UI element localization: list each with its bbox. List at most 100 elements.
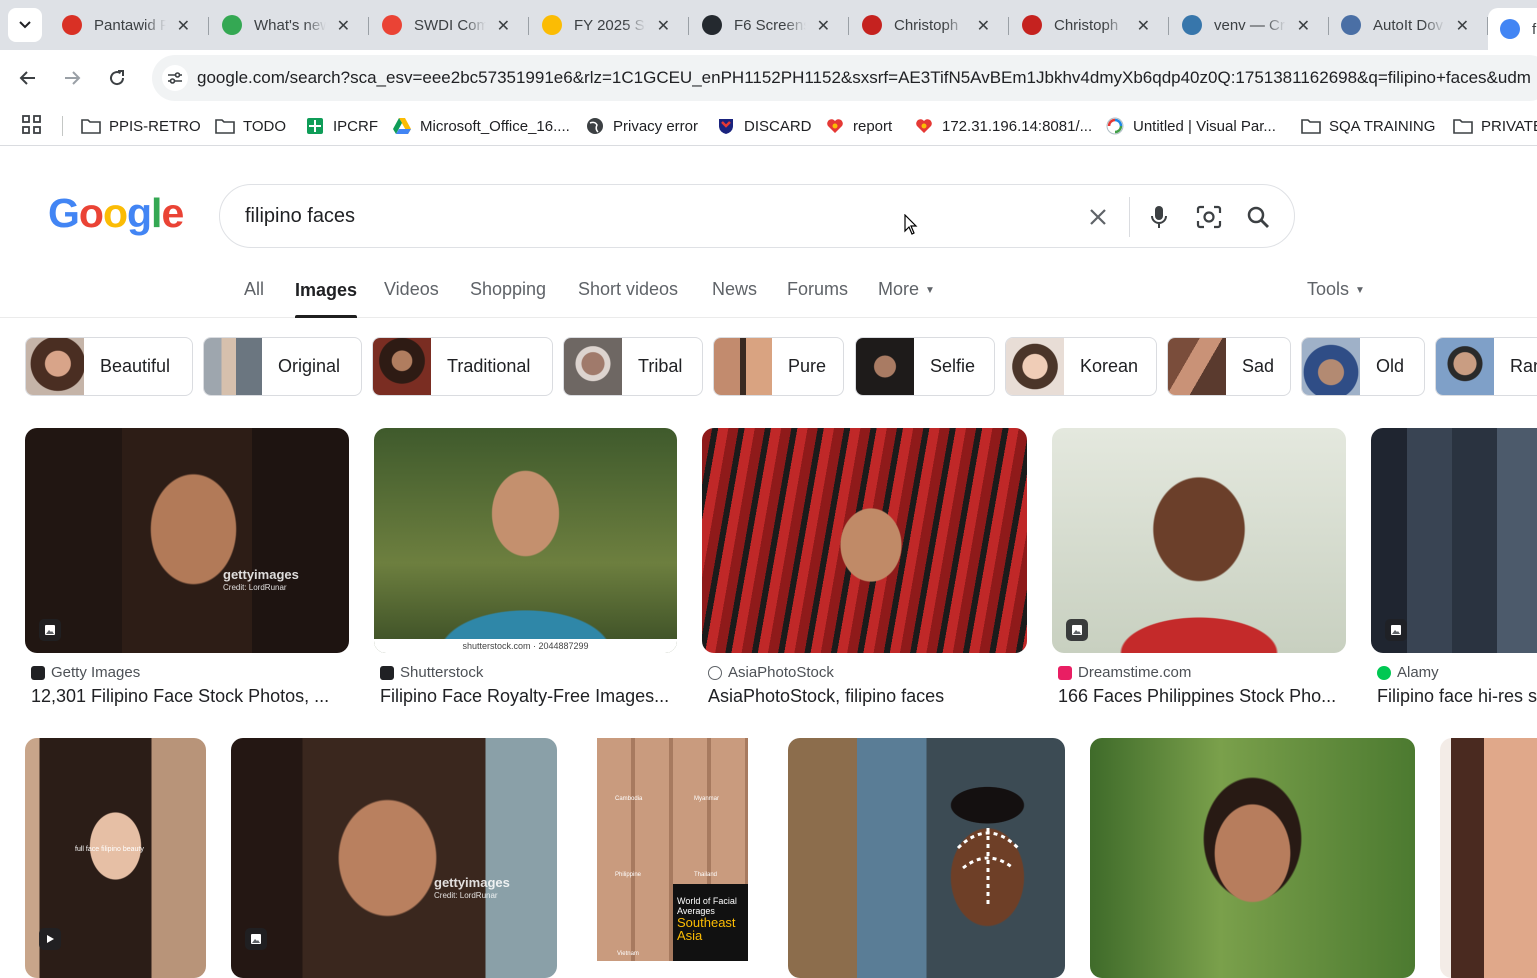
tab-search-button[interactable] — [8, 8, 42, 42]
chip-label: Traditional — [447, 356, 531, 376]
address-bar[interactable]: google.com/search?sca_esv=eee2bc57351991… — [152, 55, 1537, 101]
result-source: Dreamstime.com — [1058, 664, 1191, 681]
tab-more[interactable]: More ▼ — [878, 279, 935, 300]
bookmark-local-server[interactable]: 172.31.196.14:8081/... — [914, 115, 1092, 137]
tab-news[interactable]: News — [712, 279, 757, 300]
site-info-icon[interactable] — [162, 65, 188, 91]
bookmark-private[interactable]: PRIVATE — [1453, 115, 1537, 137]
browser-tab[interactable]: FY 2025 SC ✕ — [530, 8, 680, 42]
browser-tab[interactable]: SWDI Com ✕ — [370, 8, 520, 42]
bookmark-todo[interactable]: TODO — [215, 115, 286, 137]
chevron-down-icon — [19, 21, 31, 29]
image-result[interactable]: AsiaPhotoStock AsiaPhotoStock, filipino … — [702, 428, 1027, 718]
arrow-right-icon — [65, 71, 81, 85]
browser-tab[interactable]: What's new ✕ — [210, 8, 360, 42]
image-result[interactable]: gettyimages Credit: LordRunar — [231, 738, 557, 978]
heart-icon — [914, 117, 934, 135]
browser-tab[interactable]: F6 Screens ✕ — [690, 8, 840, 42]
search-input[interactable] — [245, 201, 1045, 231]
result-title[interactable]: 166 Faces Philippines Stock Pho... — [1058, 686, 1346, 707]
back-button[interactable] — [12, 62, 44, 94]
chip-old[interactable]: Old — [1301, 337, 1425, 396]
tab-forums[interactable]: Forums — [787, 279, 848, 300]
browser-tab[interactable]: Pantawid P ✕ — [50, 8, 200, 42]
close-tab-icon[interactable]: ✕ — [1297, 16, 1310, 36]
voice-search-button[interactable] — [1143, 201, 1175, 233]
close-tab-icon[interactable]: ✕ — [1456, 16, 1469, 36]
browser-tab[interactable]: Christoph ✕ — [850, 8, 1000, 42]
bookmark-report[interactable]: report — [825, 115, 892, 137]
chip-original[interactable]: Original — [203, 337, 362, 396]
close-tab-icon[interactable]: ✕ — [977, 16, 990, 36]
image-badge-icon — [1066, 619, 1088, 641]
tab-title: SWDI Com — [414, 16, 486, 34]
folder-icon — [1453, 117, 1473, 135]
browser-tab[interactable]: AutoIt Dov ✕ — [1329, 8, 1479, 42]
bookmark-sqa-training[interactable]: SQA TRAINING — [1301, 115, 1435, 137]
image-result[interactable]: gettyimages Credit: LordRunar Getty Image… — [25, 428, 349, 718]
result-title[interactable]: Filipino Face Royalty-Free Images... — [380, 686, 677, 707]
image-result[interactable]: Dreamstime.com 166 Faces Philippines Sto… — [1052, 428, 1346, 718]
chip-sad[interactable]: Sad — [1167, 337, 1291, 396]
chip-random[interactable]: Ran — [1435, 337, 1537, 396]
chip-tribal[interactable]: Tribal — [563, 337, 703, 396]
bookmark-label: SQA TRAINING — [1329, 117, 1436, 135]
bookmark-discard[interactable]: DISCARD — [716, 115, 812, 137]
tab-separator — [848, 17, 849, 35]
browser-tab[interactable]: Christoph ✕ — [1010, 8, 1160, 42]
close-tab-icon[interactable]: ✕ — [657, 16, 670, 36]
image-result[interactable] — [1440, 738, 1537, 978]
tab-videos[interactable]: Videos — [384, 279, 439, 300]
image-result[interactable] — [1090, 738, 1415, 978]
image-result[interactable]: Cambodia Myanmar Philippine Thailand Vie… — [582, 738, 763, 978]
chip-label: Tribal — [638, 356, 683, 376]
grid-label: Cambodia — [615, 796, 643, 802]
caption-box: World of Facial Averages Southeast Asia — [673, 884, 748, 961]
result-title[interactable]: 12,301 Filipino Face Stock Photos, ... — [31, 686, 349, 707]
close-tab-icon[interactable]: ✕ — [497, 16, 510, 36]
tab-title: AutoIt Dov — [1373, 16, 1444, 34]
tab-images[interactable]: Images — [295, 280, 358, 318]
tab-shopping[interactable]: Shopping — [470, 279, 546, 300]
bookmark-privacy-error[interactable]: Privacy error — [585, 115, 698, 137]
close-tab-icon[interactable]: ✕ — [1137, 16, 1150, 36]
tab-all[interactable]: All — [244, 279, 264, 300]
tab-separator — [1168, 17, 1169, 35]
sheets-icon — [305, 117, 325, 135]
video-caption: full face filipino beauty — [75, 846, 144, 853]
bookmark-microsoft-office[interactable]: Microsoft_Office_16.... — [392, 115, 570, 137]
chip-pure[interactable]: Pure — [713, 337, 844, 396]
browser-tab[interactable]: venv — Cr ✕ — [1170, 8, 1320, 42]
google-logo[interactable]: Google — [48, 190, 184, 237]
shield-icon — [716, 117, 736, 135]
image-result[interactable]: Alamy Filipino face hi-res s — [1371, 428, 1537, 718]
tools-button[interactable]: Tools ▼ — [1307, 279, 1365, 300]
reload-button[interactable] — [101, 62, 133, 94]
bookmark-ppis-retro[interactable]: PPIS-RETRO — [81, 115, 201, 137]
result-title[interactable]: Filipino face hi-res s — [1377, 686, 1537, 707]
source-name: AsiaPhotoStock — [728, 664, 834, 681]
close-tab-icon[interactable]: ✕ — [177, 16, 190, 36]
chip-thumbnail — [204, 338, 262, 395]
search-submit-button[interactable] — [1242, 201, 1274, 233]
clear-search-button[interactable] — [1082, 201, 1114, 233]
chip-traditional[interactable]: Traditional — [372, 337, 553, 396]
bookmark-ipcrf[interactable]: IPCRF — [305, 115, 378, 137]
image-result[interactable]: shutterstock.com · 2044887299 Shuttersto… — [374, 428, 677, 718]
image-search-button[interactable] — [1193, 201, 1225, 233]
browser-tab[interactable]: fi — [1488, 8, 1537, 50]
apps-icon[interactable] — [22, 115, 42, 140]
tab-separator — [528, 17, 529, 35]
paradigm-icon — [1105, 117, 1125, 135]
close-tab-icon[interactable]: ✕ — [817, 16, 830, 36]
forward-button[interactable] — [56, 62, 88, 94]
chip-korean[interactable]: Korean — [1005, 337, 1157, 396]
image-result[interactable] — [788, 738, 1065, 978]
bookmark-visual-paradigm[interactable]: Untitled | Visual Par... — [1105, 115, 1276, 137]
chip-beautiful[interactable]: Beautiful — [25, 337, 193, 396]
result-title[interactable]: AsiaPhotoStock, filipino faces — [708, 686, 1027, 707]
close-tab-icon[interactable]: ✕ — [337, 16, 350, 36]
chip-selfie[interactable]: Selfie — [855, 337, 995, 396]
tab-short-videos[interactable]: Short videos — [578, 279, 678, 300]
image-result[interactable]: full face filipino beauty — [25, 738, 206, 978]
